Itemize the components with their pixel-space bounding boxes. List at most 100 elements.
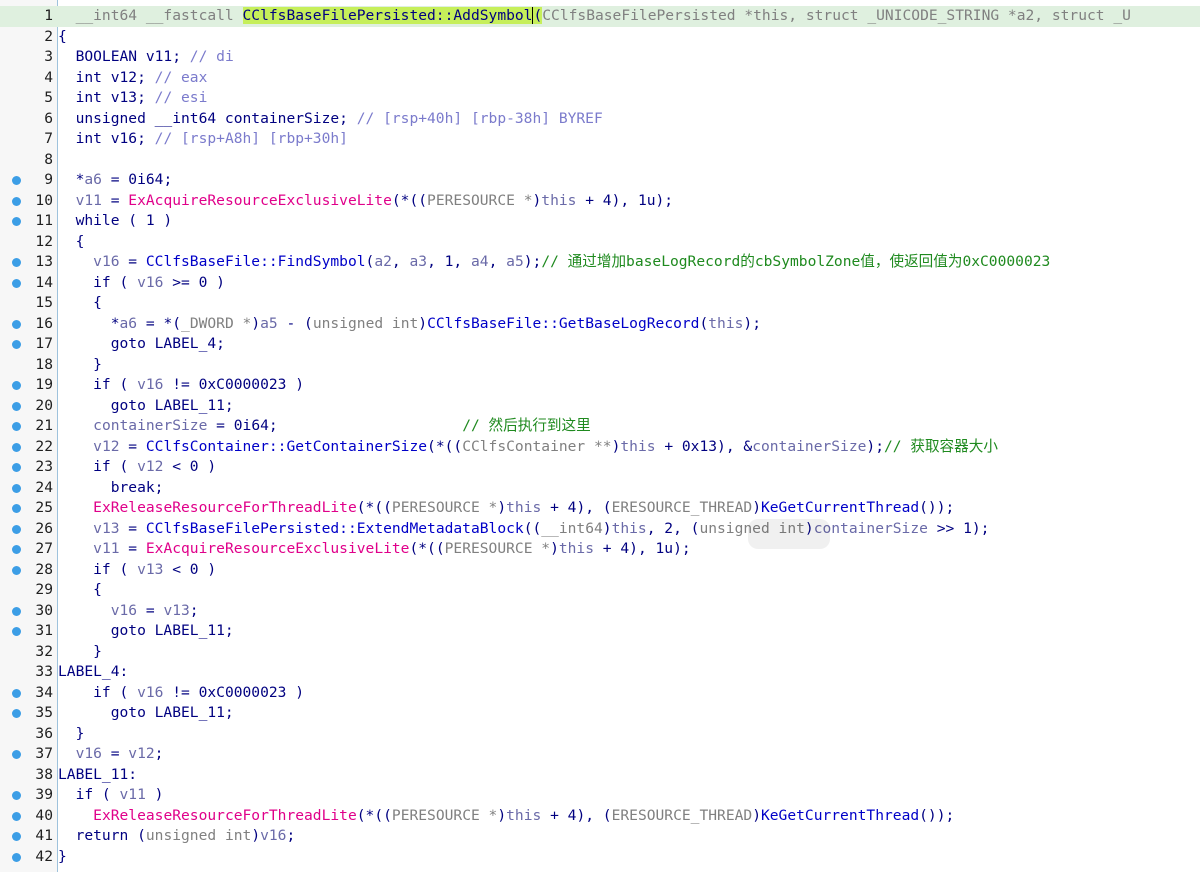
code-text[interactable]: ExReleaseResourceForThreadLite(*((PERESO… [58,806,954,827]
code-line[interactable]: 27 v11 = ExAcquireResourceExclusiveLite(… [0,539,1200,560]
code-line[interactable]: 16 *a6 = *(_DWORD *)a5 - (unsigned int)C… [0,314,1200,335]
code-text[interactable]: { [58,580,102,601]
code-text[interactable]: if ( v16 >= 0 ) [58,273,225,294]
breakpoint-dot-icon[interactable] [12,852,21,862]
code-text[interactable]: ExReleaseResourceForThreadLite(*((PERESO… [58,498,954,519]
code-line[interactable]: 34 if ( v16 != 0xC0000023 ) [0,683,1200,704]
code-line[interactable]: 29 { [0,580,1200,601]
breakpoint-dot-icon[interactable] [12,340,21,349]
code-text[interactable]: v16 = v13; [58,601,199,622]
code-line[interactable]: 3 BOOLEAN v11; // di [0,47,1200,68]
code-text[interactable]: *a6 = *(_DWORD *)a5 - (unsigned int)CClf… [58,314,761,335]
code-line[interactable]: 14 if ( v16 >= 0 ) [0,273,1200,294]
breakpoint-dot-icon[interactable] [12,463,21,472]
breakpoint-dot-icon[interactable] [12,750,21,759]
code-text[interactable]: { [58,293,102,314]
code-text[interactable]: int v12; // eax [58,68,208,89]
code-line[interactable]: 36 } [0,724,1200,745]
breakpoint-dot-icon[interactable] [12,709,21,718]
code-line[interactable]: 18 } [0,355,1200,376]
code-area[interactable]: 1 __int64 __fastcall CClfsBaseFilePersis… [0,6,1200,867]
code-text[interactable]: int v13; // esi [58,88,208,109]
code-line[interactable]: 32 } [0,642,1200,663]
breakpoint-dot-icon[interactable] [12,483,21,493]
code-text[interactable]: break; [58,478,164,499]
code-line[interactable]: 28 if ( v13 < 0 ) [0,560,1200,581]
code-line[interactable]: 13 v16 = CClfsBaseFile::FindSymbol(a2, a… [0,252,1200,273]
code-text[interactable]: v13 = CClfsBaseFilePersisted::ExtendMeta… [58,519,989,540]
code-line[interactable]: 39 if ( v11 ) [0,785,1200,806]
code-line[interactable]: 15 { [0,293,1200,314]
code-line[interactable]: 11 while ( 1 ) [0,211,1200,232]
code-text[interactable]: __int64 __fastcall CClfsBaseFilePersiste… [58,6,1131,27]
breakpoint-dot-icon[interactable] [12,258,21,267]
code-text[interactable]: { [58,27,67,48]
code-text[interactable]: if ( v12 < 0 ) [58,457,216,478]
code-text[interactable]: v16 = v12; [58,744,164,765]
code-text[interactable]: goto LABEL_11; [58,621,234,642]
code-line[interactable]: 41 return (unsigned int)v16; [0,826,1200,847]
code-line[interactable]: 25 ExReleaseResourceForThreadLite(*((PER… [0,498,1200,519]
code-text[interactable]: containerSize = 0i64; // 然后执行到这里 [58,416,591,437]
code-line[interactable]: 22 v12 = CClfsContainer::GetContainerSiz… [0,437,1200,458]
code-line[interactable]: 17 goto LABEL_4; [0,334,1200,355]
code-line[interactable]: 40 ExReleaseResourceForThreadLite(*((PER… [0,806,1200,827]
code-line[interactable]: 26 v13 = CClfsBaseFilePersisted::ExtendM… [0,519,1200,540]
code-line[interactable]: 2{ [0,27,1200,48]
code-line[interactable]: 4 int v12; // eax [0,68,1200,89]
code-line[interactable]: 6 unsigned __int64 containerSize; // [rs… [0,109,1200,130]
breakpoint-dot-icon[interactable] [12,217,21,226]
code-text[interactable]: v16 = CClfsBaseFile::FindSymbol(a2, a3, … [58,252,1050,273]
code-line[interactable]: 1 __int64 __fastcall CClfsBaseFilePersis… [0,6,1200,27]
code-text[interactable]: LABEL_4: [58,662,128,683]
code-line[interactable]: 35 goto LABEL_11; [0,703,1200,724]
breakpoint-dot-icon[interactable] [12,606,21,616]
breakpoint-dot-icon[interactable] [12,545,21,554]
code-text[interactable]: if ( v16 != 0xC0000023 ) [58,683,304,704]
code-text[interactable]: goto LABEL_11; [58,396,234,417]
breakpoint-dot-icon[interactable] [12,381,21,390]
code-text[interactable]: LABEL_11: [58,765,137,786]
code-text[interactable]: if ( v16 != 0xC0000023 ) [58,375,304,396]
breakpoint-dot-icon[interactable] [12,176,21,185]
code-line[interactable]: 20 goto LABEL_11; [0,396,1200,417]
code-line[interactable]: 10 v11 = ExAcquireResourceExclusiveLite(… [0,191,1200,212]
code-text[interactable]: BOOLEAN v11; // di [58,47,234,68]
code-text[interactable]: v12 = CClfsContainer::GetContainerSize(*… [58,437,998,458]
code-line[interactable]: 33 LABEL_4: [0,662,1200,683]
code-line[interactable]: 12 { [0,232,1200,253]
code-text[interactable]: } [58,724,85,745]
code-text[interactable]: unsigned __int64 containerSize; // [rsp+… [58,109,603,130]
breakpoint-dot-icon[interactable] [12,791,21,800]
code-text[interactable]: } [58,355,102,376]
code-text[interactable]: goto LABEL_4; [58,334,225,355]
code-line[interactable]: 9 *a6 = 0i64; [0,170,1200,191]
breakpoint-dot-icon[interactable] [12,504,21,513]
code-text[interactable]: while ( 1 ) [58,211,173,232]
code-line[interactable]: 7 int v16; // [rsp+A8h] [rbp+30h] [0,129,1200,150]
breakpoint-dot-icon[interactable] [12,442,21,452]
breakpoint-dot-icon[interactable] [12,278,21,288]
code-line[interactable]: 42} [0,847,1200,868]
code-line[interactable]: 30 v16 = v13; [0,601,1200,622]
code-line[interactable]: 8 [0,150,1200,171]
breakpoint-dot-icon[interactable] [12,627,21,636]
code-text[interactable]: { [58,232,85,253]
code-line[interactable]: 38 LABEL_11: [0,765,1200,786]
breakpoint-dot-icon[interactable] [12,832,21,841]
code-line[interactable]: 31 goto LABEL_11; [0,621,1200,642]
code-text[interactable]: v11 = ExAcquireResourceExclusiveLite(*((… [58,539,691,560]
code-text[interactable]: *a6 = 0i64; [58,170,173,191]
pseudocode-view[interactable]: 1 __int64 __fastcall CClfsBaseFilePersis… [0,0,1200,872]
code-line[interactable]: 21 containerSize = 0i64; // 然后执行到这里 [0,416,1200,437]
code-line[interactable]: 19 if ( v16 != 0xC0000023 ) [0,375,1200,396]
breakpoint-dot-icon[interactable] [12,688,21,698]
code-text[interactable]: if ( v13 < 0 ) [58,560,216,581]
code-text[interactable]: if ( v11 ) [58,785,164,806]
breakpoint-dot-icon[interactable] [12,401,21,411]
code-text[interactable]: return (unsigned int)v16; [58,826,296,847]
code-line[interactable]: 24 break; [0,478,1200,499]
code-line[interactable]: 5 int v13; // esi [0,88,1200,109]
breakpoint-dot-icon[interactable] [12,565,21,575]
breakpoint-dot-icon[interactable] [12,422,21,431]
